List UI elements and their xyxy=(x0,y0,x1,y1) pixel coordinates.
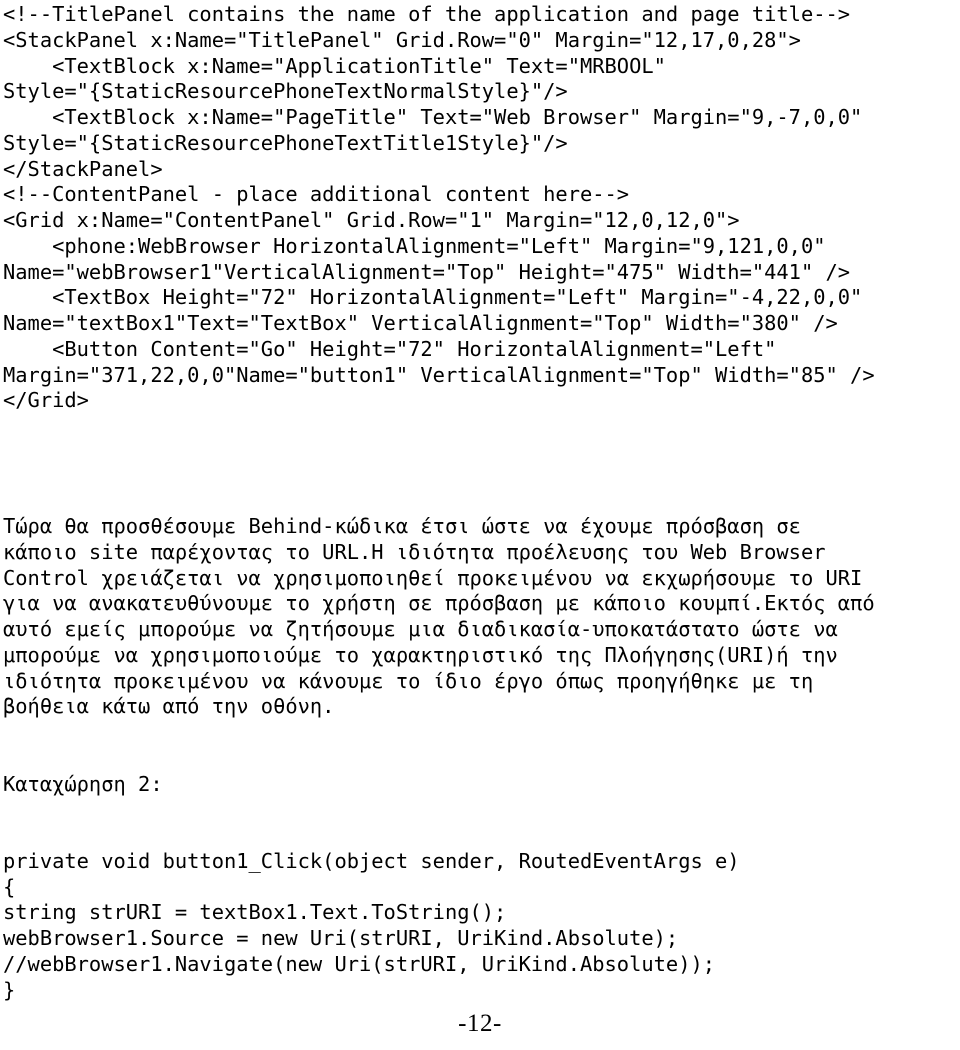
code-line: Style="{StaticResourcePhoneTextTitle1Sty… xyxy=(3,130,568,155)
code-line: <TextBox Height="72" HorizontalAlignment… xyxy=(3,285,863,310)
code-line: <TextBlock x:Name="PageTitle" Text="Web … xyxy=(3,105,863,129)
prose-line: κάποιο site παρέχοντας το URL.Η ιδιότητα… xyxy=(3,539,826,564)
xaml-code-block: <!--TitlePanel contains the name of the … xyxy=(3,2,960,414)
code-line: //webBrowser1.Navigate(new Uri(strURI, U… xyxy=(3,951,716,976)
code-line: <!--TitlePanel contains the name of the … xyxy=(3,2,851,26)
vertical-spacer xyxy=(3,720,960,772)
prose-line: ιδιότητα προκειμένου να κάνουμε το ίδιο … xyxy=(3,668,814,693)
code-line: <Grid x:Name="ContentPanel" Grid.Row="1"… xyxy=(3,208,740,232)
vertical-spacer xyxy=(3,414,960,514)
prose-line: βοήθεια κάτω από την οθόνη. xyxy=(3,694,335,719)
prose-line: αυτό εμείς μπορούμε να ζητήσουμε μια δια… xyxy=(3,617,838,641)
document-page: <!--TitlePanel contains the name of the … xyxy=(0,0,960,1050)
code-line: Name="webBrowser1"VerticalAlignment="Top… xyxy=(3,259,851,284)
code-line: Style="{StaticResourcePhoneTextNormalSty… xyxy=(3,79,568,104)
prose-line: μπορούμε να χρησιμοποιούμε το χαρακτηρισ… xyxy=(3,642,838,667)
page-number: -12- xyxy=(458,1010,502,1037)
section-heading: Καταχώρηση 2: xyxy=(3,771,163,796)
code-line: Margin="371,22,0,0"Name="button1" Vertic… xyxy=(3,362,875,387)
code-line: webBrowser1.Source = new Uri(strURI, Uri… xyxy=(3,926,679,950)
code-line: } xyxy=(3,977,16,1002)
prose-paragraph: Τώρα θα προσθέσουμε Behind-κώδικα έτσι ώ… xyxy=(3,514,960,720)
document-body: <!--TitlePanel contains the name of the … xyxy=(3,2,960,1003)
code-line: <Button Content="Go" Height="72" Horizon… xyxy=(3,336,777,361)
vertical-spacer xyxy=(3,797,960,849)
prose-line: για να ανακατευθύνουμε το χρήστη σε πρόσ… xyxy=(3,591,875,616)
code-line: string strURI = textBox1.Text.ToString()… xyxy=(3,900,507,925)
code-line: <phone:WebBrowser HorizontalAlignment="L… xyxy=(3,233,826,258)
code-line: <!--ContentPanel - place additional cont… xyxy=(3,182,630,207)
prose-line: Control χρειάζεται να χρησιμοποιηθεί προ… xyxy=(3,565,863,590)
code-line: <TextBlock x:Name="ApplicationTitle" Tex… xyxy=(3,53,666,78)
code-line: </Grid> xyxy=(3,388,89,413)
code-line: </StackPanel> xyxy=(3,156,163,181)
code-line: private void button1_Click(object sender… xyxy=(3,848,740,873)
code-line: { xyxy=(3,874,16,899)
prose-line: Τώρα θα προσθέσουμε Behind-κώδικα έτσι ώ… xyxy=(3,514,801,538)
csharp-code-block: private void button1_Click(object sender… xyxy=(3,849,960,1004)
code-line: <StackPanel x:Name="TitlePanel" Grid.Row… xyxy=(3,27,801,52)
code-line: Name="textBox1"Text="TextBox" VerticalAl… xyxy=(3,311,838,335)
